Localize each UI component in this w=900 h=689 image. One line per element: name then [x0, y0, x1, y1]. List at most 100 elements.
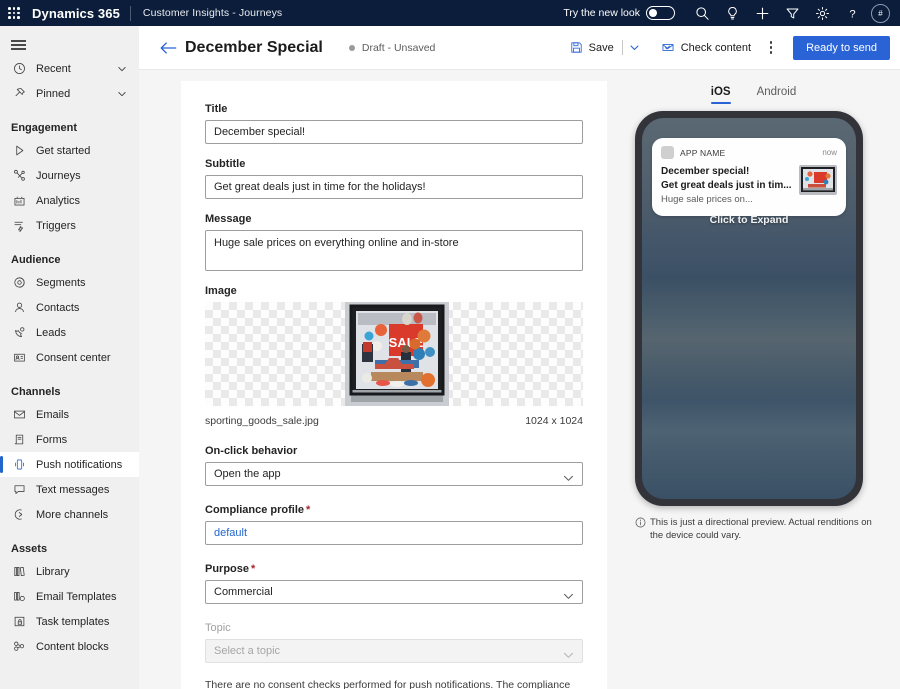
title-input[interactable]: [205, 120, 583, 144]
subtitle-label: Subtitle: [205, 158, 583, 170]
ready-to-send-button[interactable]: Ready to send: [793, 36, 890, 60]
sidebar-item-label: Push notifications: [36, 459, 122, 471]
subtitle-input[interactable]: [205, 175, 583, 199]
sidebar-item-get-started[interactable]: Get started: [0, 138, 139, 163]
top-navigation-bar: Dynamics 365 Customer Insights - Journey…: [0, 0, 900, 26]
gear-icon[interactable]: [807, 0, 837, 26]
svg-text:?: ?: [849, 8, 855, 20]
sidebar-item-triggers[interactable]: Triggers: [0, 213, 139, 238]
push-notification-form: Title Subtitle Message Image: [181, 81, 607, 689]
tab-ios[interactable]: iOS: [711, 86, 731, 104]
compliance-profile-input[interactable]: default: [205, 521, 583, 545]
sidebar-item-emails[interactable]: Emails: [0, 402, 139, 427]
sidebar-item-label: Email Templates: [36, 591, 117, 603]
app-icon-placeholder: [661, 146, 674, 159]
sidebar-item-push-notifications[interactable]: Push notifications: [0, 452, 139, 477]
sidebar-item-leads[interactable]: Leads: [0, 320, 139, 345]
purpose-select[interactable]: Commercial: [205, 580, 583, 604]
notification-message: Huge sale prices on...: [661, 193, 793, 207]
topic-select: Select a topic: [205, 639, 583, 663]
click-to-expand-label[interactable]: Click to Expand: [642, 214, 856, 226]
mail-icon: [11, 407, 28, 423]
notification-body: December special! Get great deals just i…: [661, 165, 837, 207]
sidebar-item-content-blocks[interactable]: Content blocks: [0, 634, 139, 659]
notification-header: APP NAME now: [661, 146, 837, 159]
sidebar-item-label: Triggers: [36, 220, 76, 232]
form-icon: [11, 432, 28, 448]
check-content-button[interactable]: Check content: [655, 34, 757, 62]
save-button[interactable]: Save: [564, 34, 620, 62]
task-template-icon: [11, 614, 28, 630]
image-dropzone[interactable]: SALE: [205, 302, 583, 406]
sidebar-item-label: Analytics: [36, 195, 80, 207]
chevron-down-icon[interactable]: [117, 64, 127, 74]
save-chevron-down-icon[interactable]: [625, 35, 645, 61]
brand-title[interactable]: Dynamics 365: [28, 6, 130, 21]
sidebar-item-journeys[interactable]: Journeys: [0, 163, 139, 188]
onclick-behavior-label: On-click behavior: [205, 445, 583, 457]
contact-icon: [11, 300, 28, 316]
app-launcher-icon[interactable]: [0, 0, 28, 26]
tab-android[interactable]: Android: [757, 86, 797, 104]
consent-disclaimer-part1: There are no consent checks performed fo…: [205, 679, 570, 689]
sidebar-item-label: Journeys: [36, 170, 81, 182]
plus-icon[interactable]: [747, 0, 777, 26]
message-textarea[interactable]: [205, 230, 583, 271]
save-icon: [570, 41, 583, 54]
sidebar-item-label: Emails: [36, 409, 69, 421]
sidebar-item-label: Forms: [36, 434, 67, 446]
sidebar-item-consent-center[interactable]: Consent center: [0, 345, 139, 370]
sidebar-item-label: Contacts: [36, 302, 79, 314]
more-channels-icon: [11, 507, 28, 523]
status-badge: Draft - Unsaved: [349, 42, 436, 54]
phone-mockup: APP NAME now December special! Get great…: [635, 111, 863, 506]
notification-app-name: APP NAME: [680, 148, 725, 158]
consent-icon: [11, 350, 28, 366]
try-new-look-toggle[interactable]: [646, 6, 675, 20]
sidebar-item-more-channels[interactable]: More channels: [0, 502, 139, 527]
subtitle-field-group: Subtitle: [205, 158, 583, 199]
search-icon[interactable]: [687, 0, 717, 26]
avatar[interactable]: #: [871, 4, 890, 23]
sidebar-item-pinned[interactable]: Pinned: [0, 81, 139, 106]
dynamics365-push-notification-editor: Dynamics 365 Customer Insights - Journey…: [0, 0, 900, 689]
onclick-behavior-select[interactable]: Open the app: [205, 462, 583, 486]
sidebar-item-segments[interactable]: Segments: [0, 270, 139, 295]
compliance-profile-label-text: Compliance profile: [205, 504, 304, 516]
help-icon[interactable]: ?: [837, 0, 867, 26]
chevron-down-icon[interactable]: [117, 89, 127, 99]
sidebar-item-label: Content blocks: [36, 641, 109, 653]
page-title: December Special: [185, 39, 323, 57]
analytics-icon: [11, 193, 28, 209]
sidebar-item-forms[interactable]: Forms: [0, 427, 139, 452]
preview-disclaimer: This is just a directional preview. Actu…: [635, 516, 885, 542]
notification-thumbnail: [799, 165, 837, 195]
purpose-value: Commercial: [214, 586, 273, 598]
app-name-label: Customer Insights - Journeys: [131, 7, 282, 19]
sidebar-item-contacts[interactable]: Contacts: [0, 295, 139, 320]
filter-icon[interactable]: [777, 0, 807, 26]
message-field-group: Message: [205, 213, 583, 271]
check-content-icon: [661, 41, 675, 54]
notification-preview-card[interactable]: APP NAME now December special! Get great…: [652, 138, 846, 216]
lightbulb-icon[interactable]: [717, 0, 747, 26]
sidebar-item-task-templates[interactable]: Task templates: [0, 609, 139, 634]
image-thumbnail[interactable]: SALE: [345, 302, 449, 406]
sidebar-item-library[interactable]: Library: [0, 559, 139, 584]
preview-disclaimer-text: This is just a directional preview. Actu…: [650, 516, 885, 542]
onclick-behavior-field-group: On-click behavior Open the app: [205, 445, 583, 486]
notification-subtitle: Get great deals just in tim...: [661, 179, 793, 193]
sidebar-item-label: Get started: [36, 145, 90, 157]
more-options-icon[interactable]: [761, 35, 781, 61]
status-text: Draft - Unsaved: [362, 42, 436, 54]
hamburger-icon[interactable]: [0, 26, 139, 56]
sidebar-group-audience: Audience: [0, 250, 139, 270]
sidebar-item-analytics[interactable]: Analytics: [0, 188, 139, 213]
sidebar-item-recent[interactable]: Recent: [0, 56, 139, 81]
image-filename: sporting_goods_sale.jpg: [205, 415, 319, 427]
back-arrow-icon[interactable]: [153, 33, 183, 63]
sidebar-item-text-messages[interactable]: Text messages: [0, 477, 139, 502]
journeys-icon: [11, 168, 28, 184]
topic-label: Topic: [205, 622, 583, 634]
sidebar-item-email-templates[interactable]: Email Templates: [0, 584, 139, 609]
